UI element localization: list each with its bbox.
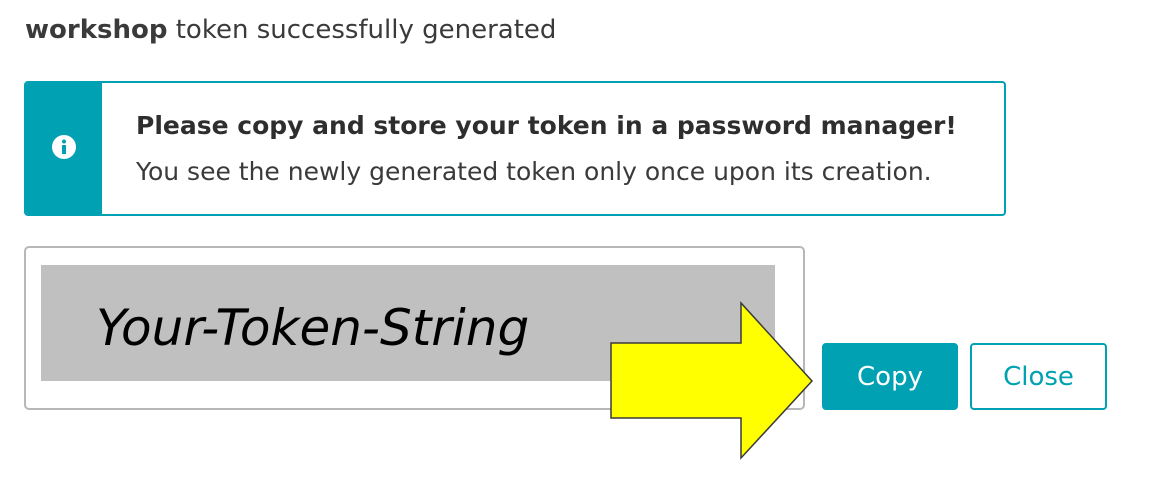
token-name: workshop xyxy=(25,15,168,45)
close-button-label: Close xyxy=(1003,361,1074,392)
info-body: Please copy and store your token in a pa… xyxy=(102,83,957,214)
notice-heading: Please copy and store your token in a pa… xyxy=(136,111,957,140)
token-redaction-overlay: Your-Token-String xyxy=(41,265,775,381)
copy-button[interactable]: Copy xyxy=(822,343,958,410)
success-message: token successfully generated xyxy=(167,15,557,45)
token-generated-dialog: workshop token successfully generated Pl… xyxy=(0,0,1168,497)
notice-text: You see the newly generated token only o… xyxy=(136,157,932,186)
close-button[interactable]: Close xyxy=(970,343,1107,410)
copy-button-label: Copy xyxy=(857,361,923,392)
info-strip xyxy=(26,83,102,214)
token-overlay-label: Your-Token-String xyxy=(96,299,530,357)
info-icon xyxy=(51,134,77,164)
info-notice: Please copy and store your token in a pa… xyxy=(24,81,1006,216)
page-title: workshop token successfully generated xyxy=(25,12,556,48)
